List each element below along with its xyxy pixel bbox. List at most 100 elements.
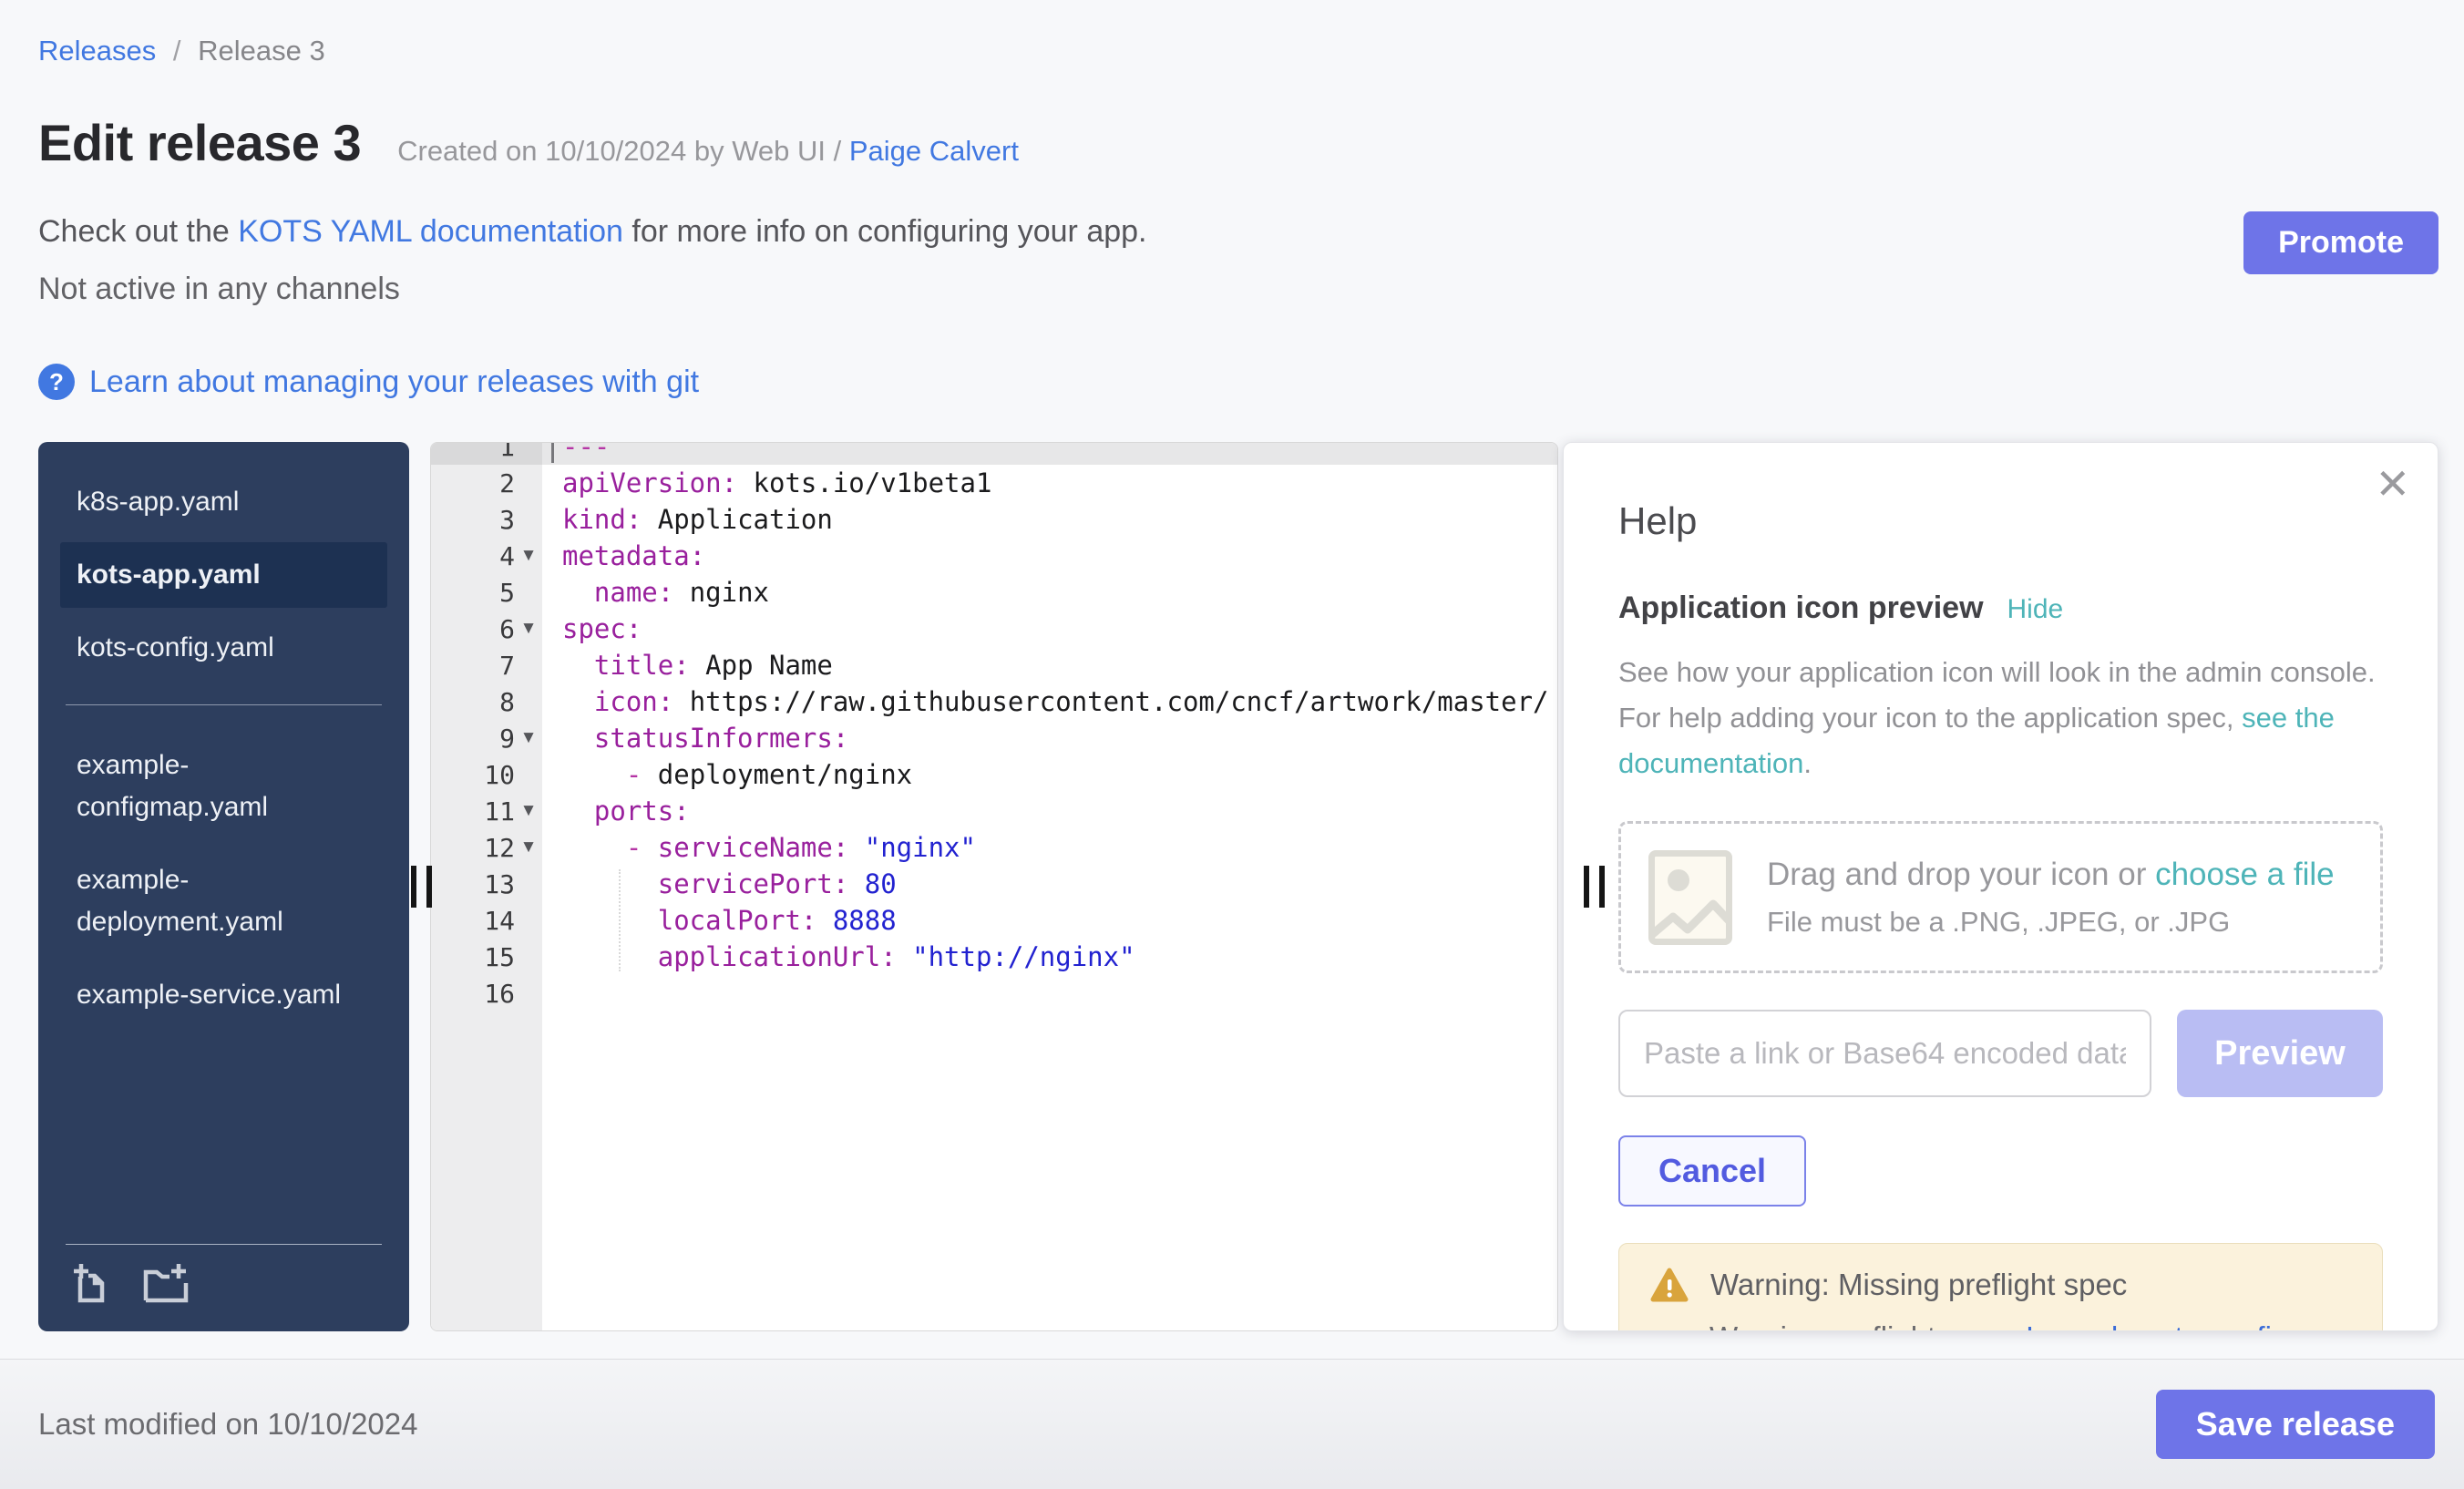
sidebar-file-example-deployment.yaml[interactable]: example-deployment.yaml — [60, 847, 361, 955]
code-line-13: servicePort: 80 — [542, 866, 1557, 902]
kots-docs-link[interactable]: KOTS YAML documentation — [238, 214, 623, 249]
header-section: Releases / Release 3 Edit release 3 Crea… — [0, 0, 2464, 1331]
indent-guide — [619, 869, 621, 971]
main-row: k8s-app.yaml kots-app.yaml kots-config.yam… — [38, 442, 2438, 1331]
fold-arrow-icon[interactable]: ▼ — [515, 837, 542, 857]
gutter-line-13: 13 — [431, 866, 542, 902]
code-line-2: apiVersion: kots.io/v1beta1 — [542, 465, 1557, 501]
sidebar-editor-gap — [409, 442, 430, 1331]
sidebar-file-example-service.yaml[interactable]: example-service.yaml — [60, 962, 361, 1028]
sidebar-bottom-divider — [66, 1244, 382, 1245]
gutter-line-11: 11▼ — [431, 793, 542, 829]
question-circle-icon: ? — [38, 364, 75, 400]
code-line-11: ports: — [542, 793, 1557, 829]
sidebar-bottom — [60, 1244, 387, 1308]
sidebar-file-kots-app.yaml[interactable]: kots-app.yaml — [60, 542, 387, 608]
last-modified-text: Last modified on 10/10/2024 — [38, 1407, 417, 1442]
drop-instruction: Drag and drop your icon or — [1767, 857, 2155, 892]
preview-button[interactable]: Preview — [2177, 1010, 2383, 1097]
new-folder-button[interactable] — [142, 1261, 190, 1308]
git-row: ? Learn about managing your releases wit… — [38, 364, 2438, 400]
code-line-9: statusInformers: — [542, 720, 1557, 756]
icon-preview-description: See how your application icon will look … — [1618, 650, 2383, 786]
new-file-icon — [69, 1261, 113, 1305]
created-text: Created on 10/10/2024 by Web UI / — [397, 135, 849, 167]
icon-dropzone[interactable]: Drag and drop your icon or choose a file… — [1618, 821, 2383, 973]
gutter-line-16: 16 — [431, 975, 542, 1011]
docs-line: Check out the KOTS YAML documentation fo… — [38, 214, 2438, 250]
icon-url-input[interactable] — [1618, 1010, 2151, 1097]
gutter-line-9: 9▼ — [431, 720, 542, 756]
code-line-10: - deployment/nginx — [542, 756, 1557, 793]
new-file-button[interactable] — [69, 1261, 113, 1308]
icon-preview-section-title: Application icon preview — [1618, 590, 1984, 626]
warning-title: Warning: Missing preflight spec — [1710, 1268, 2127, 1302]
fold-arrow-icon[interactable]: ▼ — [515, 728, 542, 748]
warning-detail-text: Warning preflight-spec. — [1709, 1320, 2026, 1331]
file-sidebar: k8s-app.yaml kots-app.yaml kots-config.yam… — [38, 442, 409, 1331]
sidebar-file-k8s-app.yaml[interactable]: k8s-app.yaml — [60, 469, 361, 535]
fold-arrow-icon[interactable]: ▼ — [515, 801, 542, 821]
editor-code-pane[interactable]: ---apiVersion: kots.io/v1beta1kind: Appl… — [542, 443, 1557, 1330]
breadcrumb-releases-link[interactable]: Releases — [38, 35, 156, 67]
sidebar-file-example-configmap.yaml[interactable]: example-configmap.yaml — [60, 733, 361, 840]
gutter-line-6: 6▼ — [431, 611, 542, 647]
code-line-12: - serviceName: "nginx" — [542, 829, 1557, 866]
code-line-8: icon: https://raw.githubusercontent.com/… — [542, 683, 1557, 720]
code-line-1: --- — [542, 443, 1557, 465]
resize-bar — [411, 866, 416, 908]
code-line-15: applicationUrl: "http://nginx" — [542, 939, 1557, 975]
warning-detail: Warning preflight-spec. Learn how to con… — [1709, 1320, 2351, 1331]
resize-bar — [426, 866, 432, 908]
promote-button[interactable]: Promote — [2243, 211, 2438, 274]
gutter-line-2: 2 — [431, 465, 542, 501]
gutter-line-7: 7 — [431, 647, 542, 683]
description-period: . — [1803, 747, 1812, 779]
release-editor-page: Releases / Release 3 Edit release 3 Crea… — [0, 0, 2464, 1489]
close-icon[interactable]: ✕ — [2375, 463, 2410, 505]
image-placeholder-icon — [1648, 850, 1732, 945]
title-row: Edit release 3 Created on 10/10/2024 by … — [38, 113, 2438, 172]
code-line-7: title: App Name — [542, 647, 1557, 683]
author-link[interactable]: Paige Calvert — [849, 135, 1019, 167]
code-line-4: metadata: — [542, 538, 1557, 574]
docs-prefix: Check out the — [38, 214, 238, 249]
gutter-line-15: 15 — [431, 939, 542, 975]
editor-gutter: 1234▼56▼789▼1011▼12▼13141516 — [431, 443, 542, 1330]
gutter-line-14: 14 — [431, 902, 542, 939]
gutter-line-3: 3 — [431, 501, 542, 538]
breadcrumb: Releases / Release 3 — [38, 35, 2438, 67]
code-line-6: spec: — [542, 611, 1557, 647]
yaml-editor[interactable]: 1234▼56▼789▼1011▼12▼13141516 ---apiVersi… — [430, 442, 1558, 1331]
gutter-line-8: 8 — [431, 683, 542, 720]
help-panel-title: Help — [1618, 499, 2383, 543]
code-line-16 — [542, 975, 1557, 1011]
resize-bar — [1584, 866, 1589, 908]
cancel-button[interactable]: Cancel — [1618, 1135, 1806, 1207]
fold-arrow-icon[interactable]: ▼ — [515, 546, 542, 566]
git-learn-link[interactable]: Learn about managing your releases with … — [89, 365, 699, 400]
choose-file-link[interactable]: choose a file — [2155, 857, 2335, 892]
code-line-3: kind: Application — [542, 501, 1557, 538]
docs-suffix: for more info on configuring your app. — [623, 214, 1147, 249]
footer-bar: Last modified on 10/10/2024 Save release — [0, 1359, 2464, 1489]
preflight-warning: Warning: Missing preflight spec Warning … — [1618, 1243, 2383, 1331]
text-cursor — [551, 443, 554, 463]
help-panel-resize-handle[interactable] — [1584, 866, 1605, 908]
sidebar-file-kots-config.yaml[interactable]: kots-config.yaml — [60, 615, 361, 681]
sidebar-resize-handle[interactable] — [411, 866, 432, 908]
save-release-button[interactable]: Save release — [2156, 1390, 2435, 1459]
resize-bar — [1599, 866, 1605, 908]
hide-link[interactable]: Hide — [2007, 594, 2064, 625]
code-line-14: localPort: 8888 — [542, 902, 1557, 939]
new-folder-icon — [142, 1261, 190, 1305]
created-info: Created on 10/10/2024 by Web UI / Paige … — [397, 135, 1019, 168]
help-panel: ✕ Help Application icon preview Hide See… — [1563, 442, 2438, 1331]
page-title: Edit release 3 — [38, 113, 361, 172]
gutter-line-10: 10 — [431, 756, 542, 793]
configure-link[interactable]: Learn how to configure — [2026, 1320, 2332, 1331]
fold-arrow-icon[interactable]: ▼ — [515, 619, 542, 639]
breadcrumb-separator: / — [173, 35, 181, 67]
dropzone-text: Drag and drop your icon or choose a file… — [1767, 857, 2335, 939]
channel-status: Not active in any channels — [38, 272, 2438, 307]
